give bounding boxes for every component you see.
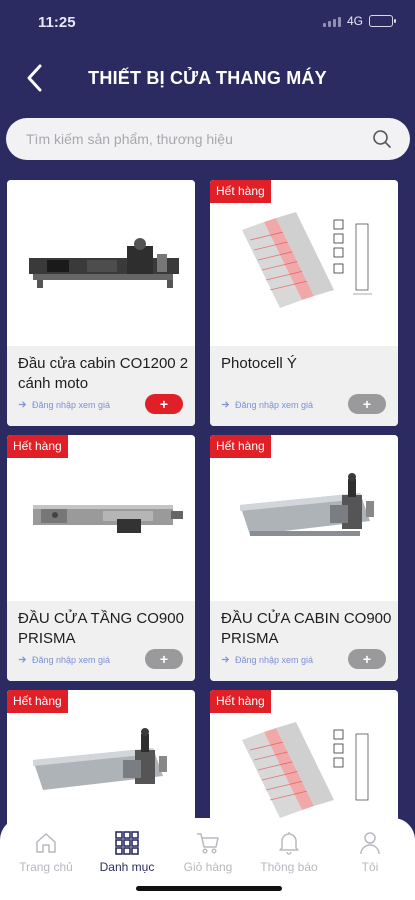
- product-name[interactable]: Đầu cửa cabin CO1200 2 cánh moto: [18, 354, 189, 394]
- product-image[interactable]: [7, 180, 195, 346]
- status-bar: 11:25 4G: [0, 0, 415, 44]
- add-to-cart-button[interactable]: +: [348, 394, 386, 414]
- nav-label: Giỏ hàng: [183, 860, 233, 874]
- product-image[interactable]: Hết hàng: [210, 435, 398, 601]
- product-info: Photocell Ý Đăng nhập xem giá +: [210, 346, 398, 426]
- login-icon: [221, 401, 230, 408]
- login-to-view-price-link[interactable]: Đăng nhập xem giá: [220, 399, 313, 410]
- product-card[interactable]: Hết hàng ĐẦU CỬA TẦNG CO900 PRISMA Đăng …: [7, 435, 195, 681]
- product-card[interactable]: Hết hàng Photocell Ý Đăng nhập xem giá +: [210, 180, 398, 426]
- photocell-image: [242, 212, 372, 308]
- out-of-stock-badge: Hết hàng: [7, 435, 68, 458]
- nav-label: Thông báo: [260, 860, 318, 874]
- product-card[interactable]: Đầu cửa cabin CO1200 2 cánh moto Đăng nh…: [7, 180, 195, 426]
- page-title: THIẾT BỊ CỬA THANG MÁY: [88, 68, 327, 88]
- status-time: 11:25: [38, 14, 76, 31]
- login-text: Đăng nhập xem giá: [235, 399, 314, 410]
- nav-item-profile[interactable]: Tôi: [330, 830, 410, 874]
- out-of-stock-badge: Hết hàng: [210, 435, 271, 458]
- out-of-stock-badge: Hết hàng: [210, 690, 271, 713]
- network-label: 4G: [346, 14, 363, 28]
- door-operator-image: [33, 505, 183, 533]
- door-operator-image: [29, 238, 179, 288]
- product-image[interactable]: Hết hàng: [210, 180, 398, 346]
- nav-label: Trang chủ: [19, 860, 73, 874]
- login-icon: [221, 656, 230, 663]
- nav-item-cart[interactable]: Giỏ hàng: [168, 830, 248, 874]
- login-to-view-price-link[interactable]: Đăng nhập xem giá: [17, 399, 110, 410]
- nav-label: Tôi: [361, 860, 379, 874]
- cart-icon: [197, 833, 219, 854]
- product-name[interactable]: ĐẦU CỬA TẦNG CO900 PRISMA: [18, 609, 189, 649]
- grid-icon: [115, 831, 139, 855]
- door-operator-image: [240, 473, 374, 536]
- product-info: Đầu cửa cabin CO1200 2 cánh moto Đăng nh…: [7, 346, 195, 426]
- login-text: Đăng nhập xem giá: [32, 654, 111, 665]
- home-icon: [36, 833, 56, 853]
- signal-icon: [322, 16, 341, 27]
- battery-icon: [369, 15, 396, 27]
- user-icon: [360, 832, 380, 855]
- login-text: Đăng nhập xem giá: [32, 399, 111, 410]
- nav-item-category[interactable]: Danh mục: [87, 830, 167, 874]
- login-icon: [18, 401, 27, 408]
- search-input[interactable]: [26, 118, 356, 160]
- product-name[interactable]: Photocell Ý: [221, 354, 392, 374]
- login-icon: [18, 656, 27, 663]
- status-indicators: 4G: [322, 14, 396, 28]
- header: THIẾT BỊ CỬA THANG MÁY: [0, 44, 415, 114]
- add-to-cart-button[interactable]: +: [348, 649, 386, 669]
- add-to-cart-button[interactable]: +: [145, 649, 183, 669]
- nav-item-notifications[interactable]: Thông báo: [249, 830, 329, 874]
- search-bar: [6, 118, 410, 160]
- nav-item-home[interactable]: Trang chủ: [6, 830, 86, 874]
- search-icon[interactable]: [372, 129, 392, 149]
- product-info: ĐẦU CỬA CABIN CO900 PRISMA Đăng nhập xem…: [210, 601, 398, 681]
- out-of-stock-badge: Hết hàng: [210, 180, 271, 203]
- home-indicator: [136, 886, 282, 891]
- out-of-stock-badge: Hết hàng: [7, 690, 68, 713]
- login-text: Đăng nhập xem giá: [235, 654, 314, 665]
- nav-label: Danh mục: [99, 860, 155, 874]
- add-to-cart-button[interactable]: +: [145, 394, 183, 414]
- login-to-view-price-link[interactable]: Đăng nhập xem giá: [17, 654, 110, 665]
- product-name[interactable]: ĐẦU CỬA CABIN CO900 PRISMA: [221, 609, 392, 649]
- product-info: ĐẦU CỬA TẦNG CO900 PRISMA Đăng nhập xem …: [7, 601, 195, 681]
- product-card[interactable]: Hết hàng ĐẦU CỬA CABIN CO900 PRISMA Đăng…: [210, 435, 398, 681]
- bell-icon: [279, 832, 299, 855]
- login-to-view-price-link[interactable]: Đăng nhập xem giá: [220, 654, 313, 665]
- product-image[interactable]: Hết hàng: [7, 435, 195, 601]
